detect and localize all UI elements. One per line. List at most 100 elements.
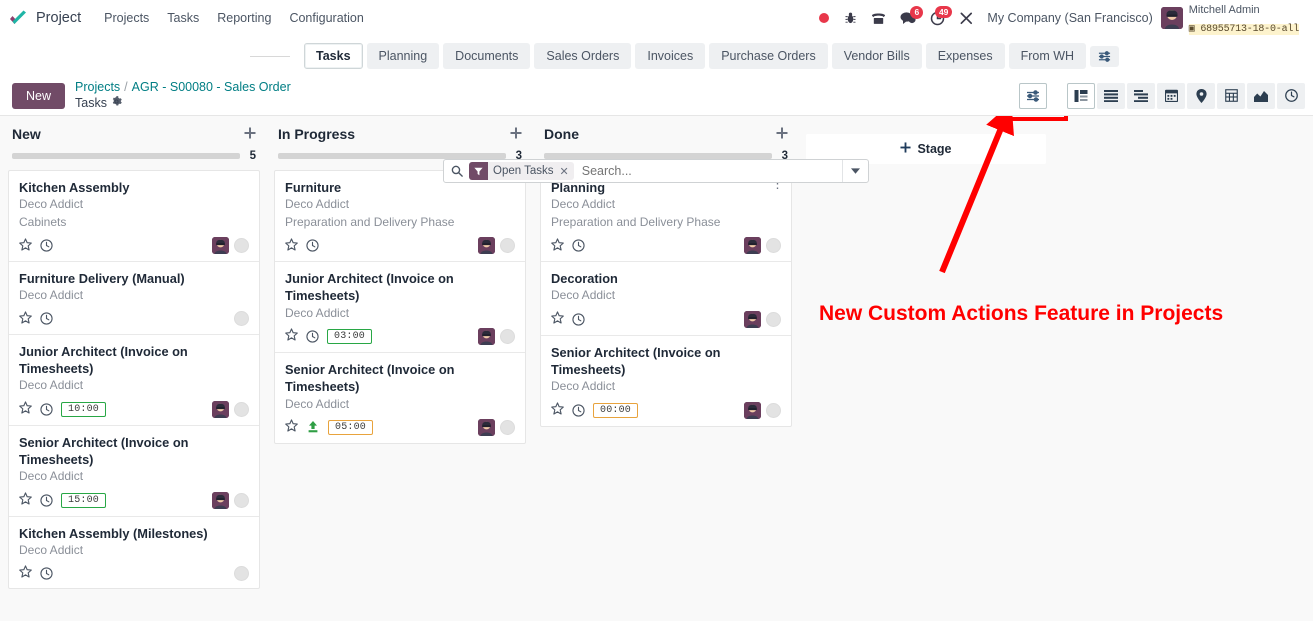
breadcrumb-projects[interactable]: Projects xyxy=(75,80,120,94)
assignee-avatar[interactable] xyxy=(478,328,495,345)
company-selector[interactable]: My Company (San Francisco) xyxy=(987,11,1152,25)
kanban-card[interactable]: Kitchen Assembly (Milestones)Deco Addict xyxy=(9,517,259,589)
status-dot[interactable] xyxy=(234,493,249,508)
tab-invoices[interactable]: Invoices xyxy=(635,43,705,69)
clock-icon[interactable] xyxy=(306,330,319,343)
plus-icon[interactable] xyxy=(244,127,256,142)
breadcrumb-current[interactable]: AGR - S00080 - Sales Order xyxy=(132,80,291,94)
activity-clock-icon[interactable]: 49 xyxy=(923,11,952,26)
status-dot[interactable] xyxy=(500,238,515,253)
menu-item-reporting[interactable]: Reporting xyxy=(208,7,280,29)
kanban-card[interactable]: DecorationDeco Addict xyxy=(541,262,791,336)
status-dot[interactable] xyxy=(234,311,249,326)
bug-icon[interactable] xyxy=(837,11,864,25)
kanban-card[interactable]: Kitchen AssemblyDeco AddictCabinets xyxy=(9,171,259,262)
kanban-card[interactable]: Junior Architect (Invoice on Timesheets)… xyxy=(9,335,259,426)
tab-purchase-orders[interactable]: Purchase Orders xyxy=(709,43,827,69)
kanban-card[interactable]: ⋮PlanningDeco AddictPreparation and Deli… xyxy=(541,171,791,262)
card-time-chip[interactable]: 00:00 xyxy=(593,403,638,418)
app-brand[interactable]: Project xyxy=(8,8,81,28)
assignee-avatar[interactable] xyxy=(478,237,495,254)
status-dot[interactable] xyxy=(766,403,781,418)
plus-icon[interactable] xyxy=(776,127,788,142)
status-dot[interactable] xyxy=(500,329,515,344)
tab-planning[interactable]: Planning xyxy=(367,43,440,69)
view-map-pin-icon[interactable] xyxy=(1187,83,1215,109)
view-graph-icon[interactable] xyxy=(1247,83,1275,109)
status-dot[interactable] xyxy=(234,402,249,417)
card-time-chip[interactable]: 10:00 xyxy=(61,402,106,417)
star-icon[interactable] xyxy=(285,238,298,254)
new-button[interactable]: New xyxy=(12,83,65,109)
star-icon[interactable] xyxy=(19,492,32,508)
assignee-avatar[interactable] xyxy=(212,492,229,509)
assignee-avatar[interactable] xyxy=(744,237,761,254)
assignee-avatar[interactable] xyxy=(744,402,761,419)
kanban-card[interactable]: Junior Architect (Invoice on Timesheets)… xyxy=(275,262,525,353)
menu-item-configuration[interactable]: Configuration xyxy=(280,7,372,29)
clock-icon[interactable] xyxy=(40,567,53,580)
clock-icon[interactable] xyxy=(572,239,585,252)
star-icon[interactable] xyxy=(285,419,298,435)
menu-item-projects[interactable]: Projects xyxy=(95,7,158,29)
view-list-icon[interactable] xyxy=(1097,83,1125,109)
status-dot[interactable] xyxy=(500,420,515,435)
record-dot-icon[interactable] xyxy=(811,12,837,24)
assignee-avatar[interactable] xyxy=(212,401,229,418)
tab-documents[interactable]: Documents xyxy=(443,43,530,69)
clock-icon[interactable] xyxy=(40,312,53,325)
menu-item-tasks[interactable]: Tasks xyxy=(158,7,208,29)
phone-keypad-icon[interactable] xyxy=(864,11,893,25)
tools-icon[interactable] xyxy=(952,11,981,26)
card-time-chip[interactable]: 05:00 xyxy=(328,420,373,435)
star-icon[interactable] xyxy=(19,311,32,327)
star-icon[interactable] xyxy=(551,311,564,327)
search-input[interactable] xyxy=(580,163,842,179)
clock-icon[interactable] xyxy=(40,403,53,416)
kanban-card[interactable]: Furniture Delivery (Manual)Deco Addict xyxy=(9,262,259,335)
tab-from-wh[interactable]: From WH xyxy=(1009,43,1086,69)
chevron-down-icon[interactable] xyxy=(842,160,868,182)
sliders-icon[interactable] xyxy=(1090,46,1119,67)
upload-icon[interactable] xyxy=(306,421,320,434)
star-icon[interactable] xyxy=(19,401,32,417)
view-activity-icon[interactable] xyxy=(1127,83,1155,109)
tab-tasks[interactable]: Tasks xyxy=(304,43,363,69)
custom-actions-sliders-icon[interactable] xyxy=(1019,83,1047,109)
card-time-chip[interactable]: 03:00 xyxy=(327,329,372,344)
card-time-chip[interactable]: 15:00 xyxy=(61,493,106,508)
clock-icon[interactable] xyxy=(572,404,585,417)
plus-icon[interactable] xyxy=(510,127,522,142)
tab-vendor-bills[interactable]: Vendor Bills xyxy=(832,43,922,69)
star-icon[interactable] xyxy=(19,565,32,581)
status-dot[interactable] xyxy=(766,312,781,327)
search-facet-open-tasks[interactable]: Open Tasks ✕ xyxy=(469,162,574,180)
kanban-card[interactable]: Senior Architect (Invoice on Timesheets)… xyxy=(9,426,259,517)
view-pivot-icon[interactable] xyxy=(1217,83,1245,109)
assignee-avatar[interactable] xyxy=(744,311,761,328)
clock-icon[interactable] xyxy=(572,313,585,326)
view-kanban-icon[interactable] xyxy=(1067,83,1095,109)
clock-icon[interactable] xyxy=(306,239,319,252)
star-icon[interactable] xyxy=(19,238,32,254)
kanban-card[interactable]: Senior Architect (Invoice on Timesheets)… xyxy=(541,336,791,426)
tab-sales-orders[interactable]: Sales Orders xyxy=(534,43,631,69)
status-dot[interactable] xyxy=(234,238,249,253)
kanban-card[interactable]: Senior Architect (Invoice on Timesheets)… xyxy=(275,353,525,443)
view-calendar-icon[interactable] xyxy=(1157,83,1185,109)
close-icon[interactable]: ✕ xyxy=(560,165,569,178)
assignee-avatar[interactable] xyxy=(212,237,229,254)
status-dot[interactable] xyxy=(766,238,781,253)
clock-icon[interactable] xyxy=(40,494,53,507)
tab-expenses[interactable]: Expenses xyxy=(926,43,1005,69)
assignee-avatar[interactable] xyxy=(478,419,495,436)
chat-bubble-icon[interactable]: 6 xyxy=(893,11,923,25)
star-icon[interactable] xyxy=(551,238,564,254)
star-icon[interactable] xyxy=(551,402,564,418)
clock-icon[interactable] xyxy=(40,239,53,252)
star-icon[interactable] xyxy=(285,328,298,344)
gear-icon[interactable] xyxy=(111,96,122,112)
user-menu[interactable]: Mitchell Admin ▣ 68955713-18-0-all xyxy=(1161,0,1301,36)
kanban-card[interactable]: FurnitureDeco AddictPreparation and Deli… xyxy=(275,171,525,262)
search-bar[interactable]: Open Tasks ✕ xyxy=(443,159,869,183)
